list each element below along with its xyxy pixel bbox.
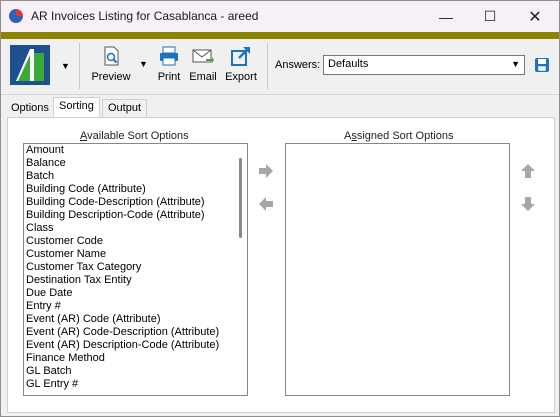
export-button[interactable]: Export bbox=[223, 45, 259, 83]
list-item[interactable]: Event (AR) Description-Code (Attribute) bbox=[24, 339, 247, 352]
add-sort-button[interactable] bbox=[257, 163, 275, 179]
list-item[interactable]: Building Code (Attribute) bbox=[24, 183, 247, 196]
move-down-button[interactable] bbox=[519, 196, 537, 212]
save-icon[interactable] bbox=[534, 57, 550, 73]
title-bar: AR Invoices Listing for Casablanca - are… bbox=[1, 1, 559, 32]
maximize-button[interactable]: ☐ bbox=[468, 1, 512, 32]
tab-sorting[interactable]: Sorting bbox=[53, 97, 100, 117]
minimize-button[interactable]: — bbox=[424, 1, 468, 32]
list-item[interactable]: Entry # bbox=[24, 300, 247, 313]
list-item[interactable]: Due Date bbox=[24, 287, 247, 300]
app-pie-icon bbox=[9, 9, 23, 23]
accent-bar bbox=[1, 32, 559, 39]
app-logo-icon[interactable] bbox=[10, 45, 50, 85]
list-item[interactable]: Building Code-Description (Attribute) bbox=[24, 196, 247, 209]
remove-sort-button[interactable] bbox=[257, 196, 275, 212]
scroll-thumb[interactable] bbox=[239, 158, 242, 238]
print-label: Print bbox=[157, 71, 181, 83]
list-item[interactable]: Event (AR) Code-Description (Attribute) bbox=[24, 326, 247, 339]
toolbar-separator bbox=[79, 43, 80, 89]
printer-icon bbox=[160, 46, 178, 66]
preview-icon bbox=[104, 46, 119, 66]
preview-dropdown-icon[interactable]: ▼ bbox=[139, 59, 148, 69]
arrow-left-icon bbox=[259, 197, 273, 211]
close-button[interactable]: ✕ bbox=[513, 1, 557, 32]
available-items-container: Amount Balance Batch Building Code (Attribu… bbox=[24, 144, 247, 391]
export-label: Export bbox=[225, 71, 257, 83]
print-button[interactable]: Print bbox=[153, 45, 185, 83]
available-sort-options-list[interactable]: Amount Balance Batch Building Code (Attribu… bbox=[23, 143, 248, 396]
list-item[interactable]: Finance Method bbox=[24, 352, 247, 365]
preview-button[interactable]: Preview bbox=[89, 45, 133, 83]
list-item[interactable]: GL Entry # bbox=[24, 378, 247, 391]
email-label: Email bbox=[189, 71, 217, 83]
email-icon bbox=[192, 49, 214, 63]
tab-output[interactable]: Output bbox=[102, 99, 148, 117]
arrow-down-icon bbox=[521, 197, 535, 211]
logo-dropdown-icon[interactable]: ▼ bbox=[61, 61, 70, 71]
list-item[interactable]: Customer Tax Category bbox=[24, 261, 247, 274]
list-item[interactable]: Amount bbox=[24, 144, 247, 157]
toolbar: ▼ Preview ▼ Print Email Export Answers: … bbox=[1, 39, 559, 95]
list-item[interactable]: GL Batch bbox=[24, 365, 247, 378]
answers-select[interactable]: Defaults ▼ bbox=[323, 55, 525, 75]
arrow-right-icon bbox=[259, 164, 273, 178]
answers-value: Defaults bbox=[328, 58, 369, 70]
list-item[interactable]: Balance bbox=[24, 157, 247, 170]
move-up-button[interactable] bbox=[519, 163, 537, 179]
assigned-sort-options-label: Assigned Sort Options bbox=[344, 130, 454, 142]
tab-options[interactable]: Options bbox=[5, 99, 55, 117]
list-item[interactable]: Event (AR) Code (Attribute) bbox=[24, 313, 247, 326]
list-item[interactable]: Batch bbox=[24, 170, 247, 183]
available-sort-options-label: Available Sort Options bbox=[80, 130, 189, 142]
chevron-down-icon: ▼ bbox=[511, 59, 520, 69]
sorting-panel: Available Sort Options Assigned Sort Opt… bbox=[7, 117, 555, 413]
vertical-scrollbar[interactable] bbox=[235, 144, 247, 395]
list-item[interactable]: Destination Tax Entity bbox=[24, 274, 247, 287]
list-item[interactable]: Customer Name bbox=[24, 248, 247, 261]
toolbar-separator bbox=[267, 43, 268, 89]
email-button[interactable]: Email bbox=[187, 45, 219, 83]
window-title: AR Invoices Listing for Casablanca - are… bbox=[31, 9, 259, 23]
preview-label: Preview bbox=[91, 71, 131, 83]
list-item[interactable]: Customer Code bbox=[24, 235, 247, 248]
list-item[interactable]: Class bbox=[24, 222, 247, 235]
list-item[interactable]: Building Description-Code (Attribute) bbox=[24, 209, 247, 222]
assigned-sort-options-list[interactable] bbox=[285, 143, 510, 396]
answers-label: Answers: bbox=[275, 59, 321, 71]
export-icon bbox=[231, 47, 250, 66]
report-window: AR Invoices Listing for Casablanca - are… bbox=[0, 0, 560, 417]
arrow-up-icon bbox=[521, 164, 535, 178]
